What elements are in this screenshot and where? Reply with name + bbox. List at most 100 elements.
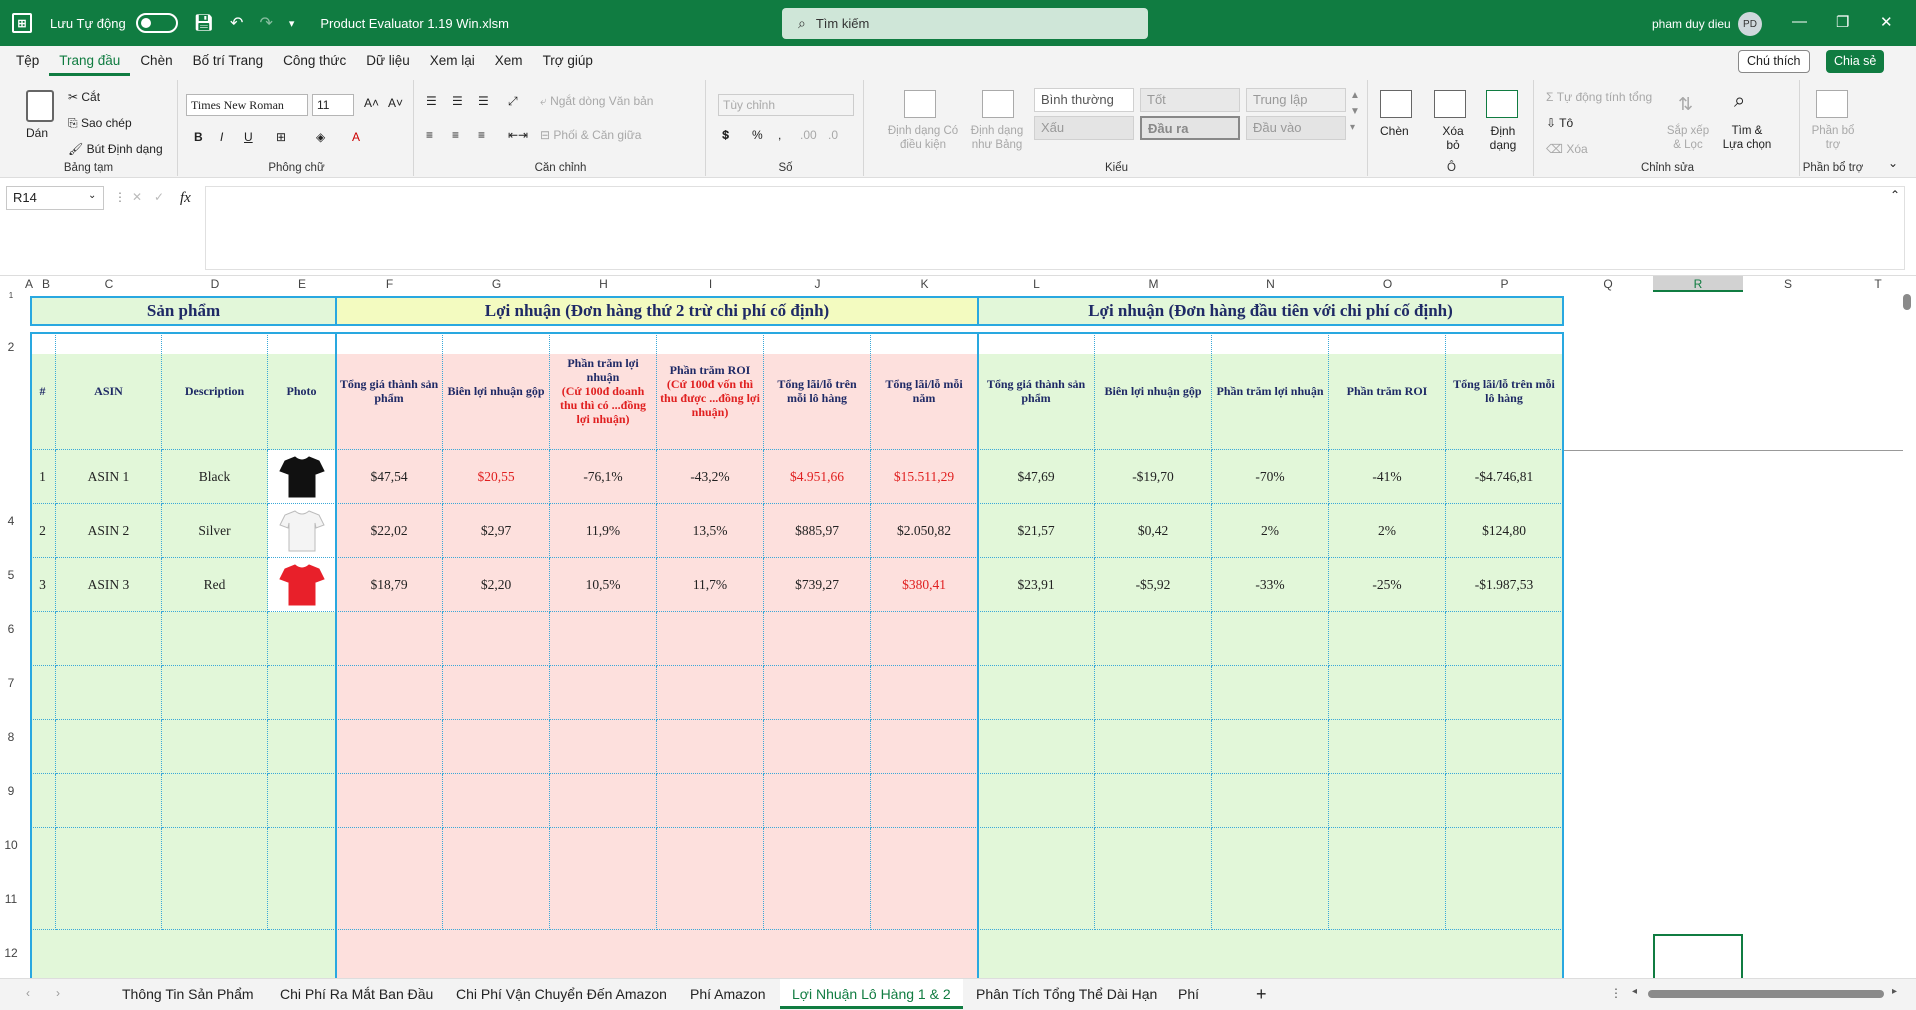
cell-j[interactable]: $4.951,66	[764, 450, 871, 504]
cell-o[interactable]: 2%	[1329, 504, 1446, 558]
decrease-font-icon[interactable]: A˅	[388, 96, 403, 110]
minimize-icon[interactable]: —	[1792, 13, 1807, 30]
vertical-scroll-thumb[interactable]	[1903, 294, 1911, 310]
name-box-dropdown-icon[interactable]: ⌄	[88, 190, 96, 201]
header-gross-margin-g[interactable]: Biên lợi nhuận gộp	[443, 332, 550, 450]
empty-cell[interactable]	[443, 720, 550, 774]
empty-cell[interactable]	[657, 774, 764, 828]
avatar[interactable]: PD	[1738, 12, 1762, 36]
underline-button[interactable]: U	[244, 130, 253, 144]
group-header-profit-first-order[interactable]: Lợi nhuận (Đơn hàng đầu tiên với chi phí…	[977, 296, 1564, 326]
col-header-m[interactable]: M	[1095, 276, 1212, 292]
copy-button[interactable]: ⎘ Sao chép	[68, 116, 132, 131]
empty-cell[interactable]	[764, 774, 871, 828]
decrease-decimal-icon[interactable]: .0	[828, 128, 838, 142]
document-title[interactable]: Product Evaluator 1.19 Win.xlsm	[320, 16, 509, 31]
row-header-12[interactable]: 12	[0, 906, 22, 960]
row-header-10[interactable]: 10	[0, 798, 22, 852]
cell-num[interactable]: 1	[30, 450, 56, 504]
delete-cells-button[interactable]: Xóa bỏ	[1438, 124, 1468, 152]
col-header-j[interactable]: J	[764, 276, 871, 292]
save-icon[interactable]: 💾︎	[194, 13, 214, 33]
empty-cell[interactable]	[30, 774, 56, 828]
style-good[interactable]: Tốt	[1140, 88, 1240, 112]
empty-cell[interactable]	[1095, 774, 1212, 828]
sheet-tab-shipping-costs[interactable]: Chi Phí Vận Chuyển Đến Amazon	[444, 979, 679, 1009]
cell-g[interactable]: $20,55	[443, 450, 550, 504]
italic-button[interactable]: I	[220, 130, 223, 144]
increase-decimal-icon[interactable]: .00	[800, 128, 817, 142]
selected-cell-r14[interactable]	[1653, 934, 1743, 978]
fill-button[interactable]: ⇩ Tô	[1546, 116, 1573, 130]
cell-h[interactable]: 10,5%	[550, 558, 657, 612]
redo-icon[interactable]: ↷	[259, 13, 272, 33]
col-header-e[interactable]: E	[268, 276, 336, 292]
font-name-select[interactable]: Times New Roman	[186, 94, 308, 116]
scroll-left-icon[interactable]: ◂	[1632, 986, 1637, 997]
borders-icon[interactable]: ⊞	[276, 130, 286, 144]
cell-i[interactable]: 13,5%	[657, 504, 764, 558]
cell-o[interactable]: -41%	[1329, 450, 1446, 504]
indent-icon[interactable]: ⇤⇥	[508, 128, 528, 142]
undo-icon[interactable]: ↶	[230, 13, 243, 33]
col-header-b[interactable]: B	[36, 276, 56, 292]
row-header-13[interactable]: 13	[0, 960, 22, 978]
cell-k[interactable]: $2.050,82	[871, 504, 978, 558]
format-cells-button[interactable]: Định dạng	[1482, 124, 1524, 152]
sheet-tab-product-info[interactable]: Thông Tin Sản Phẩm	[110, 979, 266, 1009]
col-header-q[interactable]: Q	[1563, 276, 1653, 292]
cell-n[interactable]: -33%	[1212, 558, 1329, 612]
cell-m[interactable]: -$5,92	[1095, 558, 1212, 612]
row-header-8[interactable]: 8	[0, 690, 22, 744]
empty-cell[interactable]	[1212, 666, 1329, 720]
col-header-c[interactable]: C	[56, 276, 162, 292]
empty-cell[interactable]	[1095, 720, 1212, 774]
close-icon[interactable]: ✕	[1880, 13, 1893, 31]
product-photo-cell[interactable]	[268, 450, 336, 504]
empty-cell[interactable]	[550, 828, 657, 930]
empty-cell[interactable]	[443, 612, 550, 666]
orientation-icon[interactable]: ⤢	[508, 94, 518, 109]
header-total-cost-f[interactable]: Tổng giá thành sản phẩm	[336, 332, 443, 450]
empty-cell[interactable]	[1329, 666, 1446, 720]
header-num[interactable]: #	[30, 332, 56, 450]
format-painter-button[interactable]: 🖌︎ Bút Định dạng	[68, 142, 163, 156]
row-header-5[interactable]: 5	[0, 528, 22, 582]
conditional-format-button[interactable]: Định dạng Có điều kiện	[880, 124, 966, 152]
empty-cell[interactable]	[657, 720, 764, 774]
row-header-1[interactable]: 1	[0, 291, 22, 300]
format-cells-icon[interactable]	[1486, 90, 1518, 118]
sheet-tab-fees[interactable]: Phí	[1166, 979, 1211, 1009]
cell-p[interactable]: -$4.746,81	[1446, 450, 1563, 504]
addins-icon[interactable]	[1816, 90, 1848, 118]
header-photo[interactable]: Photo	[268, 332, 336, 450]
more-options-icon[interactable]: ⋮	[114, 190, 126, 204]
col-header-i[interactable]: I	[657, 276, 764, 292]
cell-asin[interactable]: ASIN 2	[56, 504, 162, 558]
style-neutral[interactable]: Trung lập	[1246, 88, 1346, 112]
empty-cell[interactable]	[978, 612, 1095, 666]
tab-help[interactable]: Trợ giúp	[533, 46, 603, 76]
align-middle-icon[interactable]: ☰	[452, 94, 463, 108]
col-header-h[interactable]: H	[550, 276, 657, 292]
row-header-7[interactable]: 7	[0, 636, 22, 690]
cell-m[interactable]: -$19,70	[1095, 450, 1212, 504]
increase-font-icon[interactable]: A˄	[364, 96, 379, 110]
customize-toolbar-icon[interactable]: ▾	[289, 17, 295, 30]
header-gross-margin-m[interactable]: Biên lợi nhuận gộp	[1095, 332, 1212, 450]
cell-g[interactable]: $2,97	[443, 504, 550, 558]
style-normal[interactable]: Bình thường	[1034, 88, 1134, 112]
empty-cell[interactable]	[550, 774, 657, 828]
tab-review[interactable]: Xem lại	[420, 46, 485, 76]
row-header-9[interactable]: 9	[0, 744, 22, 798]
sheet-tab-amazon-fees[interactable]: Phí Amazon	[678, 979, 778, 1009]
cell-desc[interactable]: Black	[162, 450, 268, 504]
cell-p[interactable]: -$1.987,53	[1446, 558, 1563, 612]
align-bottom-icon[interactable]: ☰	[478, 94, 489, 108]
style-bad[interactable]: Xấu	[1034, 116, 1134, 140]
empty-cell[interactable]	[30, 666, 56, 720]
empty-cell[interactable]	[30, 828, 56, 930]
tab-view[interactable]: Xem	[485, 46, 533, 76]
styles-scroll-icon[interactable]: ▲ ▼ ▾	[1350, 88, 1360, 136]
format-as-table-icon[interactable]	[982, 90, 1014, 118]
